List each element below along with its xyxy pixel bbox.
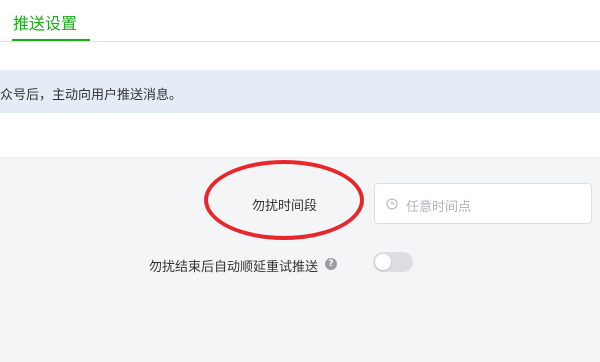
auto-retry-label: 勿扰结束后自动顺延重试推送 — [148, 260, 318, 275]
auto-retry-toggle[interactable] — [373, 252, 413, 272]
clock-icon — [386, 198, 398, 210]
active-tab-indicator — [12, 39, 90, 41]
toggle-knob — [375, 254, 391, 270]
top-tab-bar: 推送设置 — [0, 0, 600, 42]
time-picker-placeholder: 任意时间点 — [406, 200, 472, 215]
red-annotation-circle — [204, 160, 364, 240]
question-circle-icon[interactable]: ? — [325, 258, 337, 270]
notice-text: 众号后，主动向用户推送消息。 — [0, 88, 183, 103]
tab-push-settings[interactable]: 推送设置 — [13, 10, 77, 34]
info-notice: 众号后，主动向用户推送消息。 — [0, 70, 600, 113]
quiet-period-time-picker[interactable]: 任意时间点 — [374, 183, 592, 224]
